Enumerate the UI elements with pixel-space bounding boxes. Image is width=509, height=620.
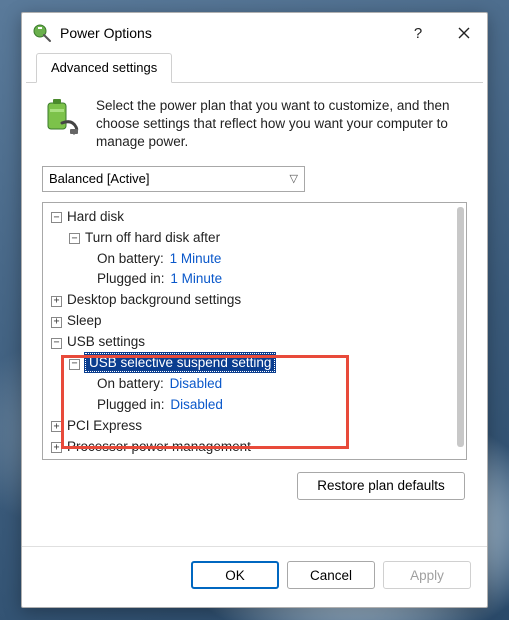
tree-usb-selective-suspend[interactable]: −USB selective suspend setting [47,353,464,374]
power-options-dialog: Power Options ? Advanced settings Select… [21,12,488,608]
settings-tree: −Hard disk −Turn off hard disk after On … [42,202,467,460]
plan-selected-value: Balanced [Active] [49,171,149,186]
power-plug-icon [32,23,52,43]
usb-plugged-in[interactable]: Plugged in: Disabled [47,395,464,416]
selected-node: USB selective suspend setting [85,353,275,372]
collapse-icon[interactable]: − [69,233,80,244]
apply-button[interactable]: Apply [383,561,471,589]
tree-sleep[interactable]: +Sleep [47,311,464,332]
dialog-footer: OK Cancel Apply [22,546,487,607]
ok-button[interactable]: OK [191,561,279,589]
hard-disk-on-battery[interactable]: On battery: 1 Minute [47,249,464,270]
tree-processor-power[interactable]: +Processor power management [47,437,464,455]
expand-icon[interactable]: + [51,421,62,432]
tree-pci-express[interactable]: +PCI Express [47,416,464,437]
tree-turn-off-hard-disk[interactable]: −Turn off hard disk after [47,228,464,249]
tab-strip: Advanced settings [26,53,483,83]
power-plan-select[interactable]: Balanced [Active] ▽ [42,166,305,192]
window-title: Power Options [60,25,395,41]
intro-text: Select the power plan that you want to c… [96,97,467,152]
tree-hard-disk[interactable]: −Hard disk [47,207,464,228]
tree-usb-settings[interactable]: −USB settings [47,332,464,353]
tab-advanced-settings[interactable]: Advanced settings [36,53,172,83]
battery-plug-icon [42,97,82,137]
cancel-button[interactable]: Cancel [287,561,375,589]
tree-desktop-background[interactable]: +Desktop background settings [47,290,464,311]
expand-icon[interactable]: + [51,442,62,453]
scrollbar[interactable] [457,207,464,447]
hard-disk-plugged-in[interactable]: Plugged in: 1 Minute [47,269,464,290]
chevron-down-icon: ▽ [290,172,298,185]
titlebar: Power Options ? [22,13,487,53]
collapse-icon[interactable]: − [69,359,80,370]
collapse-icon[interactable]: − [51,212,62,223]
help-button[interactable]: ? [395,13,441,53]
collapse-icon[interactable]: − [51,338,62,349]
usb-on-battery[interactable]: On battery: Disabled [47,374,464,395]
expand-icon[interactable]: + [51,317,62,328]
restore-defaults-button[interactable]: Restore plan defaults [297,472,465,500]
close-button[interactable] [441,13,487,53]
expand-icon[interactable]: + [51,296,62,307]
